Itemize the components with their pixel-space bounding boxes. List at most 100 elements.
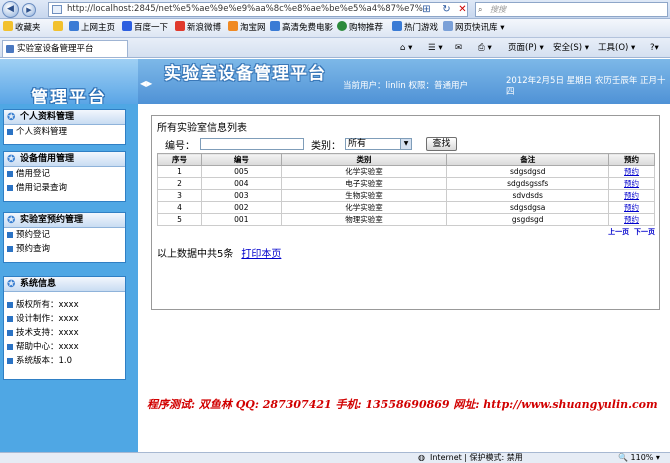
bullet-icon bbox=[7, 330, 13, 336]
back-button[interactable]: ◀ bbox=[2, 1, 19, 18]
column-header: 类别 bbox=[280, 153, 448, 166]
sidebar-item-booking-query[interactable]: 预约查询 bbox=[4, 242, 125, 256]
sidebar-item-profile[interactable]: 个人资料管理 bbox=[4, 125, 125, 139]
favorites-button[interactable]: 收藏夹 bbox=[3, 21, 41, 36]
search-icon: ⌕ bbox=[478, 5, 483, 14]
date-info: 2012年2月5日 星期日 农历壬辰年 正月十四 bbox=[506, 76, 666, 97]
help-icon[interactable]: ?▾ bbox=[650, 42, 659, 54]
star-icon: ✪ bbox=[7, 279, 16, 290]
category-label: 类别： bbox=[311, 141, 341, 152]
menu-header: ✪ 设备借用管理 bbox=[4, 152, 125, 167]
info-designer: 设计制作：xxxx bbox=[4, 312, 125, 326]
number-input[interactable] bbox=[200, 138, 304, 150]
favorite-link[interactable]: 上网主页 bbox=[69, 21, 115, 36]
bullet-icon bbox=[7, 171, 13, 177]
equipment-menu: ✪ 设备借用管理 借用登记 借用记录查询 bbox=[3, 151, 126, 202]
zoom-level[interactable]: 🔍 110% ▾ bbox=[618, 453, 660, 463]
sidebar-item-borrow-register[interactable]: 借用登记 bbox=[4, 167, 125, 181]
feed-icon[interactable]: ☰ ▾ bbox=[428, 42, 443, 54]
column-header: 序号 bbox=[157, 153, 202, 166]
tab-current[interactable]: 实验室设备管理平台 bbox=[2, 40, 128, 57]
forward-button[interactable]: ▶ bbox=[22, 3, 36, 17]
user-info: 当前用户：linlin 权限：普通用户 bbox=[343, 81, 468, 91]
site-icon bbox=[122, 21, 132, 31]
address-bar: ◀ ▶ http://localhost:2845/net%e5%ae%9e%e… bbox=[0, 0, 670, 19]
column-header: 编号 bbox=[200, 153, 282, 166]
chevron-down-icon: ▼ bbox=[400, 139, 411, 149]
site-icon bbox=[69, 21, 79, 31]
tools-menu[interactable]: 工具(O) ▾ bbox=[598, 42, 635, 54]
add-favorite-icon[interactable] bbox=[53, 21, 65, 36]
print-icon[interactable]: ⎙ ▾ bbox=[478, 42, 492, 54]
refresh-icon[interactable]: ↻ bbox=[440, 3, 453, 16]
column-header: 备注 bbox=[446, 153, 610, 166]
lab-table: 序号 编号 类别 备注 预约 1 005 化学实验室 sdgsdgsd 预约 2 004 电… bbox=[157, 153, 655, 226]
system-info: ✪ 系统信息 版权所有：xxxx 设计制作：xxxx 技术支持：xxxx 帮助中心… bbox=[3, 276, 126, 380]
print-link[interactable]: 打印本页 bbox=[241, 249, 281, 260]
tab-bar: 实验室设备管理平台 ⌂ ▾ ☰ ▾ ✉ ⎙ ▾ 页面(P) ▾ 安全(S) ▾ … bbox=[0, 38, 670, 58]
search-button[interactable]: 查找 bbox=[426, 137, 457, 151]
info-version: 系统版本：1.0 bbox=[4, 354, 125, 368]
favorite-link[interactable]: 热门游戏 bbox=[392, 21, 438, 36]
lab-list-panel: 所有实验室信息列表 编号： 类别： 所有 ▼ 查找 序号 编号 类别 备注 预约 bbox=[151, 115, 660, 310]
book-link[interactable]: 预约 bbox=[608, 189, 655, 202]
favorite-link[interactable]: 新浪微博 bbox=[175, 21, 221, 36]
search-input[interactable]: ⌕ 搜搜 bbox=[475, 2, 668, 17]
user-role: 普通用户 bbox=[433, 81, 468, 91]
bullet-icon bbox=[7, 316, 13, 322]
bullet-icon bbox=[7, 302, 13, 308]
main-content: 所有实验室信息列表 编号： 类别： 所有 ▼ 查找 序号 编号 类别 备注 预约 bbox=[142, 104, 670, 394]
compat-view-icon[interactable]: ⊞ bbox=[420, 3, 433, 16]
star-icon: ✪ bbox=[7, 112, 16, 123]
info-copyright: 版权所有：xxxx bbox=[4, 298, 125, 312]
personal-menu: ✪ 个人资料管理 个人资料管理 bbox=[3, 109, 126, 145]
url-input[interactable]: http://localhost:2845/net%e5%ae%9e%e9%aa… bbox=[48, 2, 468, 17]
favorite-link[interactable]: 百度一下 bbox=[122, 21, 168, 36]
site-icon bbox=[175, 21, 185, 31]
page-header: 管理平台 ◀▶ 实验室设备管理平台 当前用户：linlin 权限：普通用户 20… bbox=[0, 59, 670, 108]
sidebar-item-borrow-query[interactable]: 借用记录查询 bbox=[4, 181, 125, 195]
book-link[interactable]: 预约 bbox=[608, 213, 655, 226]
favorite-link[interactable]: 淘宝网 bbox=[228, 21, 266, 36]
next-page-link[interactable]: 下一页 bbox=[634, 228, 655, 236]
page-title: 实验室设备管理平台 bbox=[164, 64, 326, 84]
favorite-link[interactable]: 购物推荐 bbox=[337, 21, 383, 36]
sidebar-item-booking-register[interactable]: 预约登记 bbox=[4, 228, 125, 242]
favorite-link[interactable]: 网页快讯库 ▾ bbox=[443, 21, 504, 36]
table-row: 3 003 生物实验室 sdvdsds 预约 bbox=[157, 189, 655, 202]
page-icon bbox=[52, 5, 62, 14]
prev-page-link[interactable]: 上一页 bbox=[608, 228, 629, 236]
site-icon bbox=[270, 21, 280, 31]
logo-area: 管理平台 bbox=[0, 59, 138, 108]
bullet-icon bbox=[7, 358, 13, 364]
info-help: 帮助中心：xxxx bbox=[4, 340, 125, 354]
globe-icon bbox=[337, 21, 347, 31]
mail-icon[interactable]: ✉ bbox=[455, 42, 462, 54]
bullet-icon bbox=[7, 344, 13, 350]
table-row: 2 004 电子实验室 sdgdsgssfs 预约 bbox=[157, 177, 655, 190]
favorite-link[interactable]: 高清免费电影 bbox=[270, 21, 333, 36]
category-select[interactable]: 所有 ▼ bbox=[345, 138, 412, 150]
book-link[interactable]: 预约 bbox=[608, 177, 655, 190]
book-link[interactable]: 预约 bbox=[608, 201, 655, 214]
page-menu[interactable]: 页面(P) ▾ bbox=[508, 42, 544, 54]
stop-icon[interactable]: ✕ bbox=[456, 3, 469, 16]
pager: 上一页 下一页 bbox=[608, 227, 655, 237]
sidebar: ✪ 个人资料管理 个人资料管理 ✪ 设备借用管理 借用登记 借用记录查询 ✪ 实验室预… bbox=[0, 104, 138, 452]
star-icon: ✪ bbox=[7, 154, 16, 165]
bullet-icon bbox=[7, 246, 13, 252]
book-link[interactable]: 预约 bbox=[608, 165, 655, 178]
home-icon[interactable]: ⌂ ▾ bbox=[400, 42, 412, 54]
record-count: 以上数据中共5条 bbox=[157, 249, 234, 260]
favorites-bar: 收藏夹 上网主页 百度一下 新浪微博 淘宝网 高清免费电影 购物推荐 热门游戏 … bbox=[0, 19, 670, 38]
security-zone: Internet | 保护模式: 禁用 bbox=[430, 453, 523, 462]
site-icon bbox=[228, 21, 238, 31]
star-icon bbox=[3, 21, 13, 31]
collapse-sidebar-icon[interactable]: ◀▶ bbox=[140, 79, 152, 88]
menu-header: ✪ 实验室预约管理 bbox=[4, 213, 125, 228]
star-icon: ✪ bbox=[7, 215, 16, 226]
safety-menu[interactable]: 安全(S) ▾ bbox=[553, 42, 589, 54]
booking-menu: ✪ 实验室预约管理 预约登记 预约查询 bbox=[3, 212, 126, 263]
status-bar: ◍ Internet | 保护模式: 禁用 🔍 110% ▾ bbox=[0, 452, 670, 463]
bullet-icon bbox=[7, 185, 13, 191]
